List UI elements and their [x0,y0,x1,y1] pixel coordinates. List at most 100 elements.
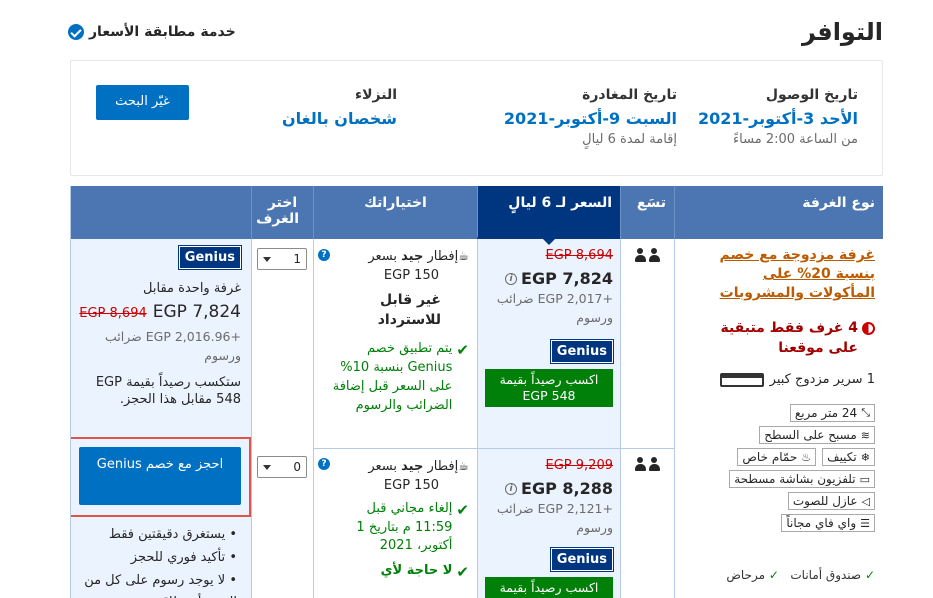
earn-credit-text: ستكسب رصيداً بقيمة EGP 548 مقابل هذا الح… [95,374,241,408]
current-price: EGP 7,824 i [483,269,613,288]
snowflake-icon: ❄ [860,450,870,464]
tax-info: +EGP 2,121 ضرائب ورسوم [496,501,613,535]
wifi-icon: ☰ [860,516,870,530]
credit-badge: اكسب رصيداً بقيمة [485,576,613,598]
checkin-time: من الساعة 2:00 مساءً [733,132,858,147]
chevron-down-icon [263,464,271,474]
booking-benefits: يستغرق دقيقتين فقط تأكيد فوري للحجز لا ي… [72,524,237,598]
discount-line: ✔ يتم تطبيق خصم Genius بنسبة 10% على السع… [321,340,469,415]
benefit-item: يستغرق دقيقتين فقط [72,524,237,547]
availability-table: نوع الغرفة تسَع السعر لـ 6 ليالٍ اختيارا… [70,186,883,598]
header-select-rooms: اختر الغرف [251,186,313,239]
facility-rooftop-pool: ≋ مسبح على السطح [759,426,875,444]
header-sleeps: تسَع [620,186,674,239]
header-price[interactable]: السعر لـ 6 ليالٍ [477,186,620,245]
change-search-button[interactable]: غيّر البحث [96,85,189,120]
check-icon: ✔ [456,341,469,360]
room-name-link[interactable]: غرفة مزدوجة مع خصم بنسبة 20% على المأكول… [715,246,876,303]
facility-row-3: ❄ تكييف ♨ حمّام خاص [737,448,875,470]
row-divider [313,448,674,449]
breakfast-line: ☕إفطار جيد بسعر [368,249,469,264]
genius-badge: Genius [549,338,615,364]
sleeps-column [620,239,674,598]
scarcity-message: 4 غرف فقط متبقية على موقعنا [695,318,875,359]
guests-value[interactable]: شخصان بالغان [282,109,397,128]
guests-column: النزلاء شخصان بالغان [282,87,397,128]
facility-tv: ▭ تلفزيون بشاشة مسطحة [729,470,875,488]
bed-info: 1 سرير مزدوج كبير [719,372,875,387]
checkin-column: تاريخ الوصول الأحد 3-أكتوبر-2021 من السا… [698,87,858,147]
bed-icon [719,372,764,387]
facility-size: ⤡ 24 متر مربع [789,404,875,422]
genius-badge-wrap: Genius [483,338,615,364]
price-cell-2: EGP 9,209 EGP 8,288 i +EGP 2,121 ضرائب ور… [483,458,615,598]
summary-tax: +EGP 2,016.96 ضرائب ورسوم [105,329,241,363]
occupancy-icon [632,457,662,475]
tv-icon: ▭ [859,472,870,486]
benefit-item: لا يوجد رسوم على كل من الحجز أو بطاقة [72,570,237,598]
amenity-safe: صندوق أمانات [790,568,875,582]
checkin-label: تاريخ الوصول [765,87,858,103]
genius-badge-wrap: Genius [483,546,615,572]
total-price: EGP 7,824 EGP 8,694 [79,302,241,322]
old-price: EGP 8,694 [545,248,613,263]
scarcity-text: 4 غرف فقط متبقية على موقعنا [720,320,858,357]
book-button-highlight: احجز مع خصم Genius [71,437,251,517]
page-title: التوافر [802,18,883,46]
book-genius-button[interactable]: احجز مع خصم Genius [79,447,241,505]
genius-badge: Genius [177,245,243,270]
policy: غير قابل للاسترداد [377,291,441,328]
header-room-type: نوع الغرفة [674,186,883,239]
facility-soundproof: ◁ عازل للصوت [787,492,875,510]
stay-length: إقامة لمدة 6 ليالٍ [582,132,677,147]
breakfast-line: ☕إفطار جيد بسعر [368,459,469,474]
check-icon: ✔ [456,563,469,582]
price-match[interactable]: خدمة مطابقة الأسعار [68,24,236,40]
facility-list: ⤡ 24 متر مربع ≋ مسبح على السطح ❄ تكييف ♨ حمّ… [685,404,875,536]
bed-text: 1 سرير مزدوج كبير [769,372,875,387]
chevron-down-icon [263,256,271,266]
coffee-icon: ☕ [458,459,469,473]
checkin-date[interactable]: الأحد 3-أكتوبر-2021 [698,109,858,128]
rooms-for-text: غرفة واحدة مقابل [143,281,241,296]
extra-line: ✔ لا حاجة لأي [321,562,469,584]
booking-summary: Genius غرفة واحدة مقابل EGP 7,824 EGP 8,6… [76,245,243,409]
info-icon[interactable]: i [505,482,518,495]
help-icon[interactable]: ? [318,249,330,261]
info-icon[interactable]: i [505,272,518,285]
verified-check-icon [68,24,84,40]
guests-label: النزلاء [354,87,397,103]
help-icon[interactable]: ? [318,458,330,470]
options-cell-1: ☕إفطار جيد بسعر EGP 150 غير قابل للاسترد… [321,248,469,416]
breakfast-price: EGP 150 [383,477,439,493]
soundproof-icon: ◁ [861,494,870,508]
breakfast-price: EGP 150 [383,267,439,283]
checkout-column: تاريخ المغادرة السبت 9-أكتوبر-2021 إقامة… [504,87,677,147]
price-cell-1: EGP 8,694 EGP 7,824 i +EGP 2,017 ضرائب ور… [483,248,615,407]
clock-alert-icon [862,322,875,335]
checkout-date[interactable]: السبت 9-أكتوبر-2021 [504,109,677,128]
old-price: EGP 9,209 [545,458,613,473]
amenities: صندوق أمانات مرحاض [726,568,875,582]
checkout-label: تاريخ المغادرة [582,87,677,103]
header-summary [71,186,251,239]
genius-badge: Genius [549,546,615,572]
header-options: اختياراتك [313,186,477,239]
room-qty-select-1[interactable]: 1 [257,248,307,270]
facility-ac: ❄ تكييف [822,448,875,466]
credit-badge: اكسب رصيداً بقيمة EGP 548 [485,368,613,407]
price-match-label: خدمة مطابقة الأسعار [89,24,236,40]
facility-wifi: ☰ واي فاي مجاناً [781,514,875,532]
room-qty-select-2[interactable]: 0 [257,456,307,478]
benefit-item: تأكيد فوري للحجز [72,547,237,570]
amenity-toilet: مرحاض [726,568,779,582]
facility-private-bath: ♨ حمّام خاص [737,448,817,466]
coffee-icon: ☕ [458,249,469,263]
options-cell-2: ☕إفطار جيد بسعر EGP 150 ✔ إلغاء مجاني قبل… [321,458,469,584]
select-column [251,239,313,598]
pool-icon: ≋ [860,428,870,442]
search-summary: تاريخ الوصول الأحد 3-أكتوبر-2021 من السا… [70,60,883,176]
size-icon: ⤡ [861,406,870,419]
occupancy-icon [632,248,662,266]
page-header: التوافر خدمة مطابقة الأسعار [50,18,883,58]
